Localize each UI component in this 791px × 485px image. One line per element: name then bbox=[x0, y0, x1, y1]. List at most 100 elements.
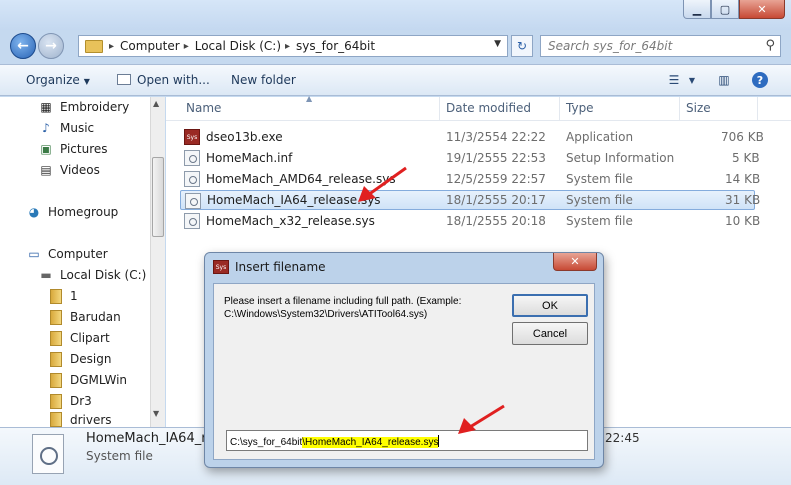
file-date: 18/1/2555 20:17 bbox=[446, 193, 546, 207]
nav-item-homegroup[interactable]: ◕ Homegroup bbox=[26, 202, 119, 222]
preview-pane-icon[interactable]: ▥ bbox=[716, 72, 732, 88]
window-title-bar: ▁ ▢ ✕ bbox=[0, 0, 791, 30]
navigation-pane: ▦ Embroidery ♪ Music ▣ Pictures ▤ Videos ◕ Ho… bbox=[0, 97, 150, 427]
sys-file-icon bbox=[185, 193, 201, 209]
column-divider[interactable] bbox=[679, 97, 680, 121]
breadcrumb-sys-for-64bit[interactable]: sys_for_64bit bbox=[296, 39, 375, 53]
nav-item-folder[interactable]: 1 bbox=[50, 286, 78, 306]
folder-icon bbox=[85, 39, 103, 53]
nav-item-folder[interactable]: drivers bbox=[50, 412, 112, 427]
sys-file-icon bbox=[184, 213, 200, 229]
nav-item-local-disk[interactable]: ▬ Local Disk (C:) bbox=[38, 265, 146, 285]
nav-item-label: DGMLWin bbox=[70, 373, 128, 387]
nav-item-folder[interactable]: Barudan bbox=[50, 307, 121, 327]
dialog-body: Please insert a filename including full … bbox=[213, 283, 595, 460]
organize-button[interactable]: Organize ▼ bbox=[26, 73, 90, 87]
nav-item-label: Pictures bbox=[60, 142, 108, 156]
search-placeholder: Search sys_for_64bit bbox=[548, 39, 673, 53]
file-date: 18/1/2555 20:18 bbox=[446, 214, 546, 228]
nav-item-folder[interactable]: Dr3 bbox=[50, 391, 92, 411]
nav-item-label: Design bbox=[70, 352, 112, 366]
file-size: 706 KB bbox=[721, 130, 764, 144]
views-dropdown-icon[interactable]: ▼ bbox=[684, 72, 700, 88]
nav-item-label: Embroidery bbox=[60, 100, 130, 114]
new-folder-label: New folder bbox=[231, 73, 296, 87]
nav-item-label: Barudan bbox=[70, 310, 121, 324]
scroll-up-icon[interactable]: ▲ bbox=[153, 99, 159, 108]
nav-item-embroidery[interactable]: ▦ Embroidery bbox=[38, 97, 129, 117]
help-icon[interactable]: ? bbox=[752, 72, 768, 88]
table-row[interactable]: HomeMach_AMD64_release.sys 12/5/2559 22:… bbox=[180, 169, 760, 189]
nav-item-videos[interactable]: ▤ Videos bbox=[38, 160, 100, 180]
nav-item-folder[interactable]: Design bbox=[50, 349, 111, 369]
column-divider[interactable] bbox=[439, 97, 440, 121]
column-header-size[interactable]: Size bbox=[686, 101, 711, 115]
folder-icon bbox=[50, 372, 62, 388]
breadcrumb-chevron-icon[interactable]: ▸ bbox=[109, 41, 114, 52]
address-dropdown-icon[interactable]: ▼ bbox=[494, 39, 501, 49]
search-input[interactable]: Search sys_for_64bit ⚲ bbox=[540, 35, 781, 57]
table-row[interactable]: HomeMach.inf 19/1/2555 22:53 Setup Infor… bbox=[180, 148, 760, 168]
new-folder-button[interactable]: New folder bbox=[231, 73, 296, 87]
ok-button[interactable]: OK bbox=[512, 294, 588, 317]
address-bar[interactable]: ▸ Computer ▸ Local Disk (C:) ▸ sys_for_6… bbox=[78, 35, 508, 57]
nav-item-folder[interactable]: DGMLWin bbox=[50, 370, 127, 390]
command-toolbar: Organize ▼ Open with... New folder ☰ ▼ ▥ … bbox=[0, 64, 791, 96]
file-type: System file bbox=[566, 214, 633, 228]
nav-item-label: Music bbox=[60, 121, 95, 135]
column-header-name[interactable]: Name bbox=[186, 101, 221, 115]
nav-item-computer[interactable]: ▭ Computer bbox=[26, 244, 107, 264]
nav-scrollbar[interactable]: ▲ ▼ bbox=[150, 97, 165, 427]
filename-input[interactable]: C:\sys_for_64bit\HomeMach_IA64_release.s… bbox=[226, 430, 588, 451]
details-time: 22:45 bbox=[605, 431, 640, 445]
table-row[interactable]: HomeMach_x32_release.sys 18/1/2555 20:18… bbox=[180, 211, 760, 231]
open-with-button[interactable]: Open with... bbox=[117, 73, 210, 87]
folder-icon bbox=[50, 309, 62, 325]
nav-item-music[interactable]: ♪ Music bbox=[38, 118, 94, 138]
file-size: 10 KB bbox=[725, 214, 761, 228]
maximize-button[interactable]: ▢ bbox=[711, 0, 739, 19]
table-row-selected[interactable]: HomeMach_IA64_release.sys 18/1/2555 20:1… bbox=[180, 190, 760, 210]
scroll-down-icon[interactable]: ▼ bbox=[153, 409, 159, 418]
breadcrumb-chevron-icon[interactable]: ▸ bbox=[285, 41, 290, 52]
column-header-type[interactable]: Type bbox=[566, 101, 594, 115]
app-icon: Sys bbox=[213, 260, 229, 274]
scrollbar-thumb[interactable] bbox=[152, 157, 164, 237]
nav-item-folder[interactable]: Clipart bbox=[50, 328, 110, 348]
file-type: Setup Information bbox=[566, 151, 675, 165]
folder-icon bbox=[50, 351, 62, 367]
dialog-close-button[interactable]: ✕ bbox=[553, 253, 597, 271]
insert-filename-dialog: Sys Insert filename ✕ Please insert a fi… bbox=[204, 252, 604, 468]
forward-button[interactable]: → bbox=[38, 33, 64, 59]
file-size: 5 KB bbox=[732, 151, 760, 165]
breadcrumb-local-disk[interactable]: Local Disk (C:) bbox=[195, 39, 281, 53]
folder-icon bbox=[50, 412, 62, 427]
window-controls: ▁ ▢ ✕ bbox=[683, 0, 785, 19]
text-cursor bbox=[438, 435, 440, 447]
file-type: Application bbox=[566, 130, 634, 144]
refresh-button[interactable]: ↻ bbox=[511, 35, 533, 57]
column-header-date[interactable]: Date modified bbox=[446, 101, 531, 115]
nav-item-label: drivers bbox=[70, 412, 112, 427]
breadcrumb-computer[interactable]: Computer bbox=[120, 39, 180, 53]
search-icon[interactable]: ⚲ bbox=[765, 38, 775, 53]
column-divider[interactable] bbox=[757, 97, 758, 121]
table-row[interactable]: Sys dseo13b.exe 11/3/2554 22:22 Applicat… bbox=[180, 127, 764, 147]
file-name: HomeMach.inf bbox=[206, 151, 293, 165]
cancel-button[interactable]: Cancel bbox=[512, 322, 588, 345]
folder-icon bbox=[50, 393, 62, 409]
minimize-button[interactable]: ▁ bbox=[683, 0, 711, 19]
filename-input-prefix: C:\sys_for_64bit bbox=[230, 437, 303, 448]
drive-icon: ▬ bbox=[40, 268, 52, 282]
inf-file-icon bbox=[184, 150, 200, 166]
close-button[interactable]: ✕ bbox=[739, 0, 785, 19]
file-size: 31 KB bbox=[725, 193, 761, 207]
back-button[interactable]: ← bbox=[10, 33, 36, 59]
dialog-prompt: Please insert a filename including full … bbox=[224, 296, 462, 320]
breadcrumb-chevron-icon[interactable]: ▸ bbox=[184, 41, 189, 52]
nav-item-pictures[interactable]: ▣ Pictures bbox=[38, 139, 108, 159]
open-with-label: Open with... bbox=[137, 73, 210, 87]
nav-item-label: Homegroup bbox=[48, 205, 119, 219]
column-divider[interactable] bbox=[559, 97, 560, 121]
views-icon[interactable]: ☰ bbox=[666, 72, 682, 88]
